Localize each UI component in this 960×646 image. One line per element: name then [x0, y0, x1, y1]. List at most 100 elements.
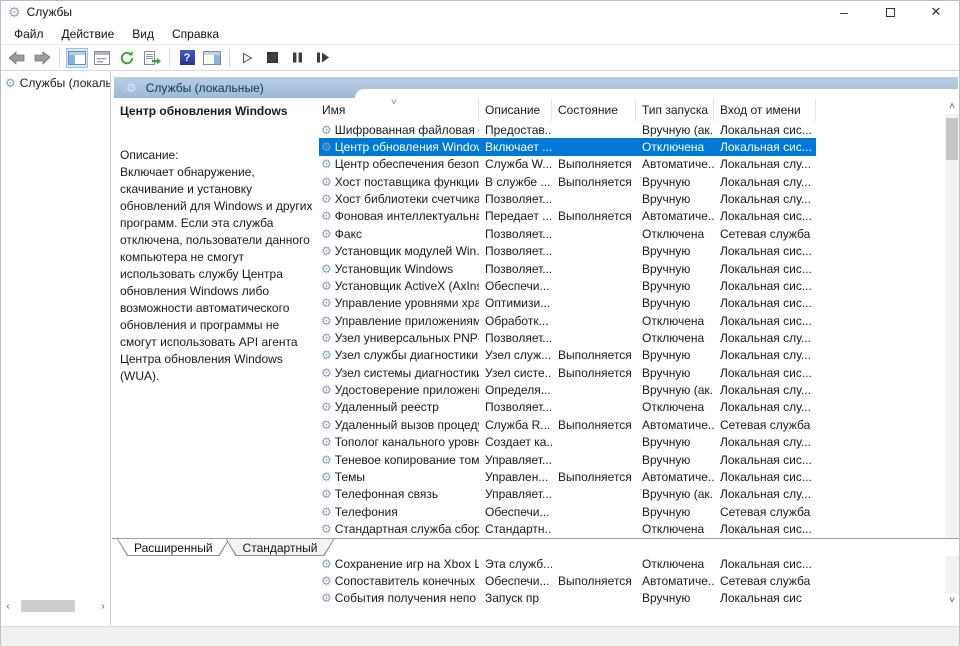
- table-row[interactable]: ⚙Установщик модулей Win...Позволяет...Вр…: [319, 243, 816, 260]
- sidebar-item-label: Службы (локальные): [20, 76, 110, 90]
- cell-description: В службе ...: [479, 175, 552, 189]
- table-row[interactable]: ⚙Управление уровнями хра...Оптимизи...Вр…: [319, 295, 816, 312]
- table-row[interactable]: ⚙Телефонная связьУправляет...Вручную (ак…: [319, 486, 816, 503]
- scroll-down-icon[interactable]: ˅: [945, 593, 959, 608]
- cell-description: Позволяет...: [479, 192, 552, 206]
- service-gear-icon: ⚙: [321, 245, 332, 257]
- table-row[interactable]: ⚙События получения непоЗапуск прВручнуюЛ…: [319, 590, 816, 607]
- cell-description: Эта служб...: [479, 557, 552, 571]
- service-gear-icon: ⚙: [321, 506, 332, 518]
- table-row[interactable]: ⚙Тополог канального уровняСоздает ка...В…: [319, 433, 816, 450]
- table-row[interactable]: ⚙Центр обеспечения безоп...Служба W...Вы…: [319, 156, 816, 173]
- sidebar-horizontal-scrollbar[interactable]: ‹ ›: [1, 598, 110, 614]
- export-list-button[interactable]: [141, 48, 163, 68]
- table-row[interactable]: ⚙ФаксПозволяет...ОтключенаСетевая служба: [319, 225, 816, 242]
- description-label: Описание:: [120, 148, 179, 162]
- cell-startup-type: Вручную: [636, 591, 714, 605]
- maximize-button[interactable]: [867, 1, 913, 23]
- tab-extended[interactable]: Расширенный: [117, 539, 230, 556]
- table-row[interactable]: ⚙Сопоставитель конечных ...Обеспечи...Вы…: [319, 572, 816, 589]
- tab-standard[interactable]: Стандартный: [226, 539, 335, 556]
- scrollbar-thumb[interactable]: [21, 600, 75, 612]
- service-gear-icon: ⚙: [321, 454, 332, 466]
- column-header-name[interactable]: Имя: [319, 99, 479, 121]
- selected-service-title: Центр обновления Windows: [120, 104, 314, 118]
- cell-startup-type: Отключена: [636, 400, 714, 414]
- cell-name: ⚙Управление уровнями хра...: [319, 296, 479, 310]
- service-gear-icon: ⚙: [321, 575, 332, 587]
- scroll-right-icon[interactable]: ›: [96, 599, 110, 613]
- table-row[interactable]: ⚙Установщик ActiveX (AxIns...Обеспечи...…: [319, 277, 816, 294]
- show-console-tree-button[interactable]: [66, 48, 88, 68]
- restart-service-button[interactable]: [311, 48, 333, 68]
- menu-help[interactable]: Справка: [163, 27, 228, 41]
- table-row[interactable]: ⚙Хост библиотеки счетчика...Позволяет...…: [319, 190, 816, 207]
- table-row[interactable]: ⚙Установщик WindowsПозволяет...ВручнуюЛо…: [319, 260, 816, 277]
- cell-logon-as: Локальная слу...: [714, 400, 816, 414]
- cell-startup-type: Вручную: [636, 262, 714, 276]
- table-row[interactable]: ⚙ТемыУправлен...ВыполняетсяАвтоматиче...…: [319, 468, 816, 485]
- service-gear-icon: ⚙: [321, 141, 332, 153]
- refresh-button[interactable]: [116, 48, 138, 68]
- minimize-button[interactable]: –: [821, 1, 867, 23]
- table-row[interactable]: ⚙Хост поставщика функции...В службе ...В…: [319, 173, 816, 190]
- table-row[interactable]: ⚙Удаленный реестрПозволяет...ОтключенаЛо…: [319, 399, 816, 416]
- cell-logon-as: Локальная сис...: [714, 366, 816, 380]
- scroll-left-icon[interactable]: ‹: [1, 599, 15, 613]
- play-icon: [241, 52, 253, 64]
- table-row[interactable]: ⚙Удостоверение приложенияОпределя...Вруч…: [319, 381, 816, 398]
- sidebar-item-services-local[interactable]: ⚙ Службы (локальные): [1, 71, 110, 94]
- cell-description: Позволяет...: [479, 331, 552, 345]
- close-button[interactable]: ✕: [913, 1, 959, 23]
- table-row[interactable]: ⚙Центр обновления WindowsВключает ...Отк…: [319, 138, 816, 155]
- cell-logon-as: Сетевая служба: [714, 418, 816, 432]
- panel-rounded-notch: [355, 89, 958, 98]
- column-header-status[interactable]: Состояние: [552, 99, 636, 121]
- service-gear-icon: ⚙: [321, 124, 332, 136]
- start-service-button[interactable]: [236, 48, 258, 68]
- stop-service-button[interactable]: [261, 48, 283, 68]
- pause-service-button[interactable]: [286, 48, 308, 68]
- cell-name: ⚙Узел системы диагностики: [319, 366, 479, 380]
- column-header-description[interactable]: Описание: [479, 99, 552, 121]
- service-description-text: Описание: Включает обнаружение, скачиван…: [120, 147, 314, 385]
- table-row[interactable]: ⚙Удаленный вызов процеду...Служба R...Вы…: [319, 416, 816, 433]
- service-gear-icon: ⚙: [321, 176, 332, 188]
- show-action-pane-button[interactable]: [201, 48, 223, 68]
- cell-description: Управлен...: [479, 470, 552, 484]
- cell-logon-as: Локальная сис...: [714, 470, 816, 484]
- column-header-logon-as[interactable]: Вход от имени: [714, 99, 816, 121]
- table-row[interactable]: ⚙Фоновая интеллектуальна...Передает ...В…: [319, 208, 816, 225]
- cell-status: Выполняется: [552, 157, 636, 171]
- table-row[interactable]: ⚙Узел универсальных PNP-...Позволяет...О…: [319, 329, 816, 346]
- table-row[interactable]: ⚙Теневое копирование томаУправляет...Вру…: [319, 451, 816, 468]
- menu-file[interactable]: Файл: [5, 27, 53, 41]
- cell-logon-as: Локальная сис...: [714, 140, 816, 154]
- help-button[interactable]: ?: [176, 48, 198, 68]
- properties-button[interactable]: [91, 48, 113, 68]
- status-bar: [1, 626, 959, 646]
- help-icon: ?: [180, 50, 195, 65]
- table-row[interactable]: ⚙Управление приложениямиОбработк...Отклю…: [319, 312, 816, 329]
- menu-action[interactable]: Действие: [53, 27, 124, 41]
- service-gear-icon: ⚙: [321, 297, 332, 309]
- menu-view[interactable]: Вид: [123, 27, 163, 41]
- table-row[interactable]: ⚙Узел системы диагностикиУзел систе...Вы…: [319, 364, 816, 381]
- scrollbar-thumb[interactable]: [946, 118, 958, 160]
- list-vertical-scrollbar[interactable]: ˄ ˅: [945, 99, 959, 608]
- table-row[interactable]: ⚙Шифрованная файловая с...Предостав...Вр…: [319, 121, 816, 138]
- table-row[interactable]: ⚙Узел службы диагностикиУзел служ...Выпо…: [319, 347, 816, 364]
- table-row[interactable]: ⚙Стандартная служба сбор...Стандартн...О…: [319, 520, 816, 537]
- scroll-up-icon[interactable]: ˄: [945, 99, 959, 114]
- cell-logon-as: Локальная слу...: [714, 348, 816, 362]
- column-header-startup-type[interactable]: Тип запуска: [636, 99, 714, 121]
- cell-logon-as: Локальная слу...: [714, 435, 816, 449]
- service-gear-icon: ⚙: [321, 471, 332, 483]
- console-tree-icon: [68, 51, 86, 65]
- cell-description: Узел систе...: [479, 366, 552, 380]
- table-row[interactable]: ⚙Сохранение игр на Xbox Li...Эта служб..…: [319, 555, 816, 572]
- forward-button[interactable]: [31, 48, 53, 68]
- back-button[interactable]: [6, 48, 28, 68]
- table-row[interactable]: ⚙ТелефонияОбеспечи...ВручнуюСетевая служ…: [319, 503, 816, 520]
- action-pane-icon: [203, 51, 221, 65]
